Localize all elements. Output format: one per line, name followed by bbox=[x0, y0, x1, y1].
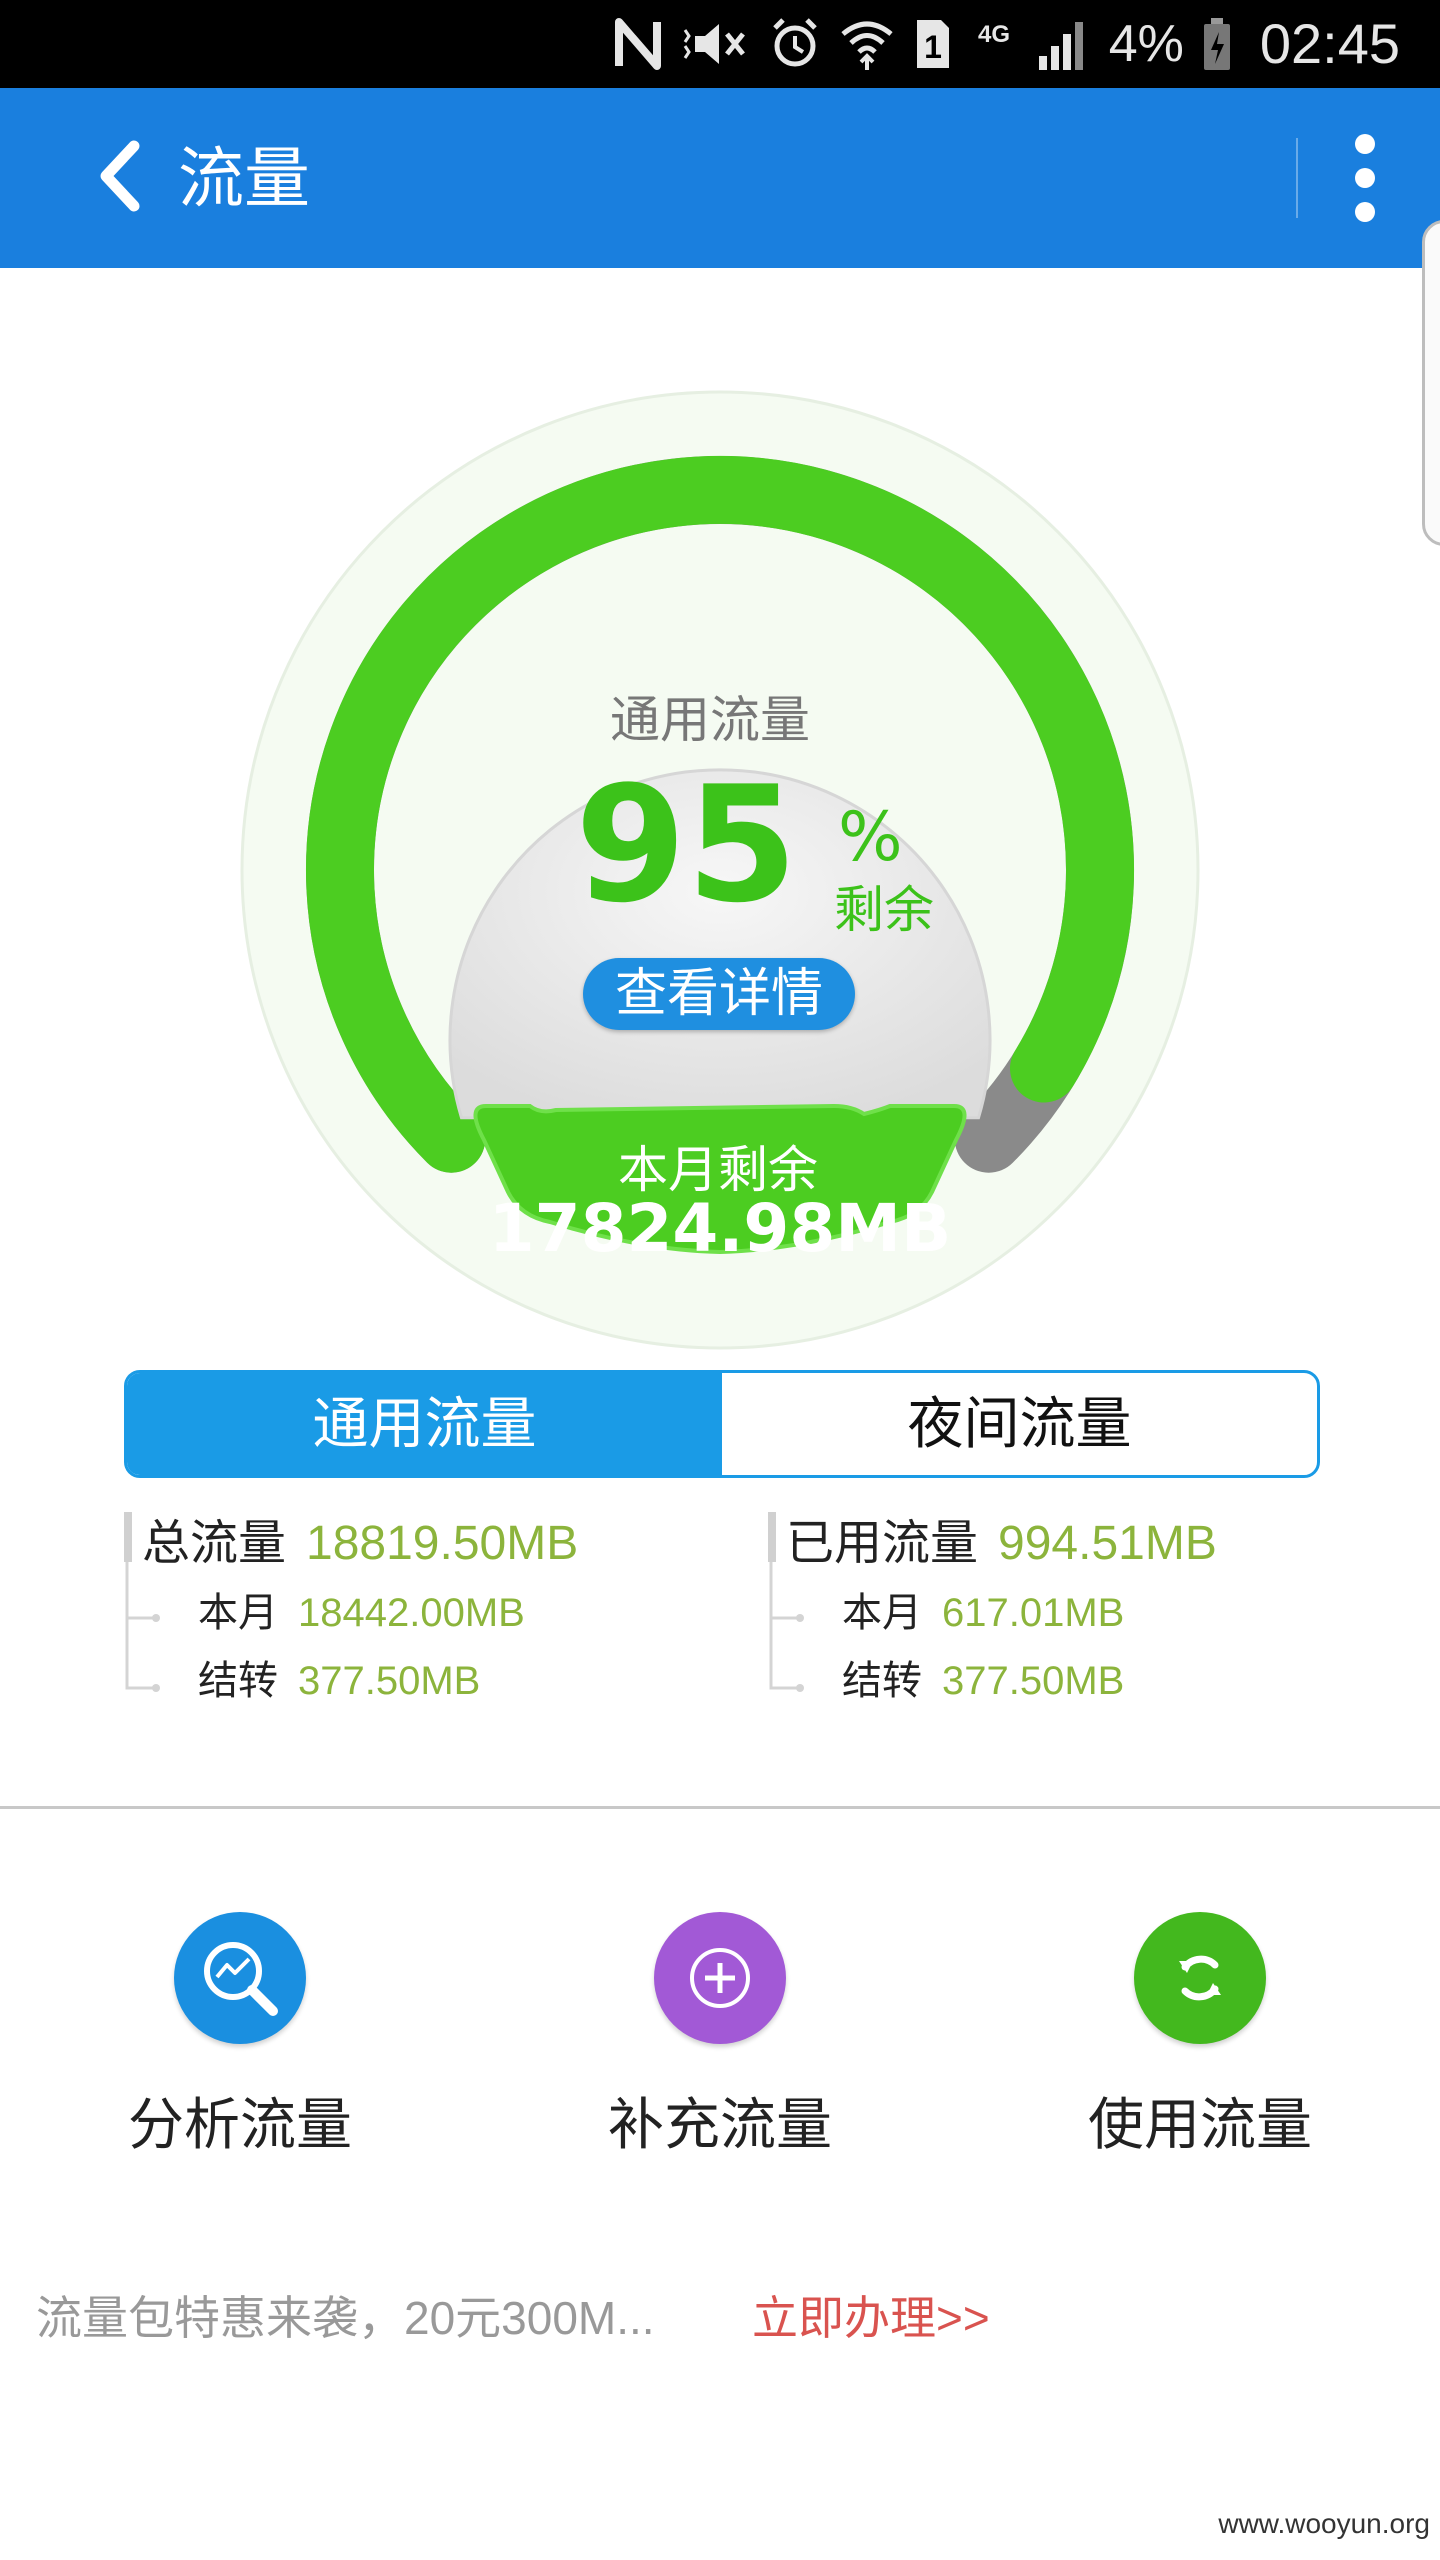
battery-percent: 4% bbox=[1108, 15, 1184, 73]
traffic-type-tabs: 通用流量 夜间流量 bbox=[124, 1370, 1320, 1478]
appbar-divider bbox=[1296, 138, 1298, 218]
used-month-value: 617.01MB bbox=[942, 1591, 1125, 1635]
signal-icon bbox=[1035, 16, 1091, 72]
total-month-row: 本月 18442.00MB bbox=[198, 1588, 525, 1638]
total-traffic-row: 总流量 18819.50MB bbox=[142, 1512, 578, 1576]
wifi-icon bbox=[839, 16, 895, 72]
chevron-left-icon bbox=[90, 136, 150, 220]
percent-remaining-value: 95 bbox=[575, 751, 798, 938]
promo-apply-link[interactable]: 立即办理>> bbox=[752, 2282, 990, 2348]
used-traffic-row: 已用流量 994.51MB bbox=[786, 1512, 1217, 1576]
use-traffic-button[interactable]: 使用流量 bbox=[1020, 1912, 1380, 2172]
top-up-traffic-button[interactable]: 补充流量 bbox=[540, 1912, 900, 2172]
back-button[interactable] bbox=[70, 128, 170, 228]
stat-accent-bar bbox=[768, 1512, 776, 1562]
refresh-icon bbox=[1134, 1912, 1266, 2044]
total-traffic-value: 18819.50MB bbox=[306, 1517, 579, 1570]
total-month-value: 18442.00MB bbox=[298, 1591, 525, 1635]
app-bar: 流量 bbox=[0, 88, 1440, 268]
total-carryover-label: 结转 bbox=[198, 1659, 278, 1703]
used-carryover-row: 结转 377.50MB bbox=[842, 1656, 1124, 1706]
section-divider bbox=[0, 1806, 1440, 1809]
clock: 02:45 bbox=[1259, 12, 1400, 75]
mute-icon bbox=[681, 16, 751, 72]
total-traffic-label: 总流量 bbox=[142, 1517, 287, 1570]
battery-icon bbox=[1202, 16, 1232, 72]
tab-general-traffic[interactable]: 通用流量 bbox=[127, 1373, 722, 1475]
stat-tree-lines bbox=[769, 1562, 804, 1692]
promo-text: 流量包特惠来袭，20元300M... bbox=[36, 2292, 655, 2344]
monthly-remaining-value: 17824.98MB bbox=[488, 1190, 952, 1267]
remaining-label: 剩余 bbox=[834, 882, 934, 938]
percent-sign: % bbox=[838, 798, 903, 877]
watermark: www.wooyun.org bbox=[1218, 2508, 1430, 2539]
used-carryover-value: 377.50MB bbox=[942, 1659, 1125, 1703]
used-traffic-label: 已用流量 bbox=[786, 1517, 979, 1570]
svg-text:1: 1 bbox=[924, 29, 942, 65]
view-details-button[interactable]: 查看详情 bbox=[583, 958, 855, 1030]
data-gauge: 通用流量 95 % 剩余 查看详情 本月剩余 17824.98MB bbox=[240, 390, 1200, 1350]
network-type-icon: 4G bbox=[971, 16, 1017, 72]
status-icons: 1 4G 4% 02:45 bbox=[613, 10, 1400, 78]
analyze-traffic-button[interactable]: 分析流量 bbox=[60, 1912, 420, 2172]
top-up-traffic-label: 补充流量 bbox=[608, 2093, 832, 2156]
used-month-label: 本月 bbox=[842, 1591, 922, 1635]
total-carryover-row: 结转 377.50MB bbox=[198, 1656, 480, 1706]
page-title: 流量 bbox=[178, 141, 310, 215]
edge-panel-handle[interactable] bbox=[1422, 220, 1440, 546]
nfc-icon bbox=[613, 16, 663, 72]
tab-night-traffic[interactable]: 夜间流量 bbox=[722, 1373, 1317, 1475]
use-traffic-label: 使用流量 bbox=[1088, 2093, 1312, 2156]
used-traffic-stats: 已用流量 994.51MB 本月 617.01MB 结转 377.50MB bbox=[768, 1512, 1368, 1712]
svg-text:4G: 4G bbox=[978, 21, 1010, 48]
sim-icon: 1 bbox=[913, 16, 953, 72]
used-traffic-value: 994.51MB bbox=[998, 1517, 1217, 1570]
total-month-label: 本月 bbox=[198, 1591, 278, 1635]
alarm-icon bbox=[769, 16, 821, 72]
stat-accent-bar bbox=[124, 1512, 132, 1562]
gauge-title: 通用流量 bbox=[610, 692, 810, 748]
used-carryover-label: 结转 bbox=[842, 1659, 922, 1703]
total-traffic-stats: 总流量 18819.50MB 本月 18442.00MB 结转 377.50MB bbox=[124, 1512, 724, 1712]
plus-circle-icon bbox=[654, 1912, 786, 2044]
used-month-row: 本月 617.01MB bbox=[842, 1588, 1124, 1638]
analyze-traffic-label: 分析流量 bbox=[128, 2093, 352, 2156]
analytics-search-icon bbox=[174, 1912, 306, 2044]
status-bar: 1 4G 4% 02:45 bbox=[0, 0, 1440, 88]
overflow-menu-button[interactable] bbox=[1330, 128, 1400, 228]
stat-tree-lines bbox=[125, 1562, 160, 1692]
more-vertical-icon bbox=[1355, 134, 1375, 154]
total-carryover-value: 377.50MB bbox=[298, 1659, 481, 1703]
